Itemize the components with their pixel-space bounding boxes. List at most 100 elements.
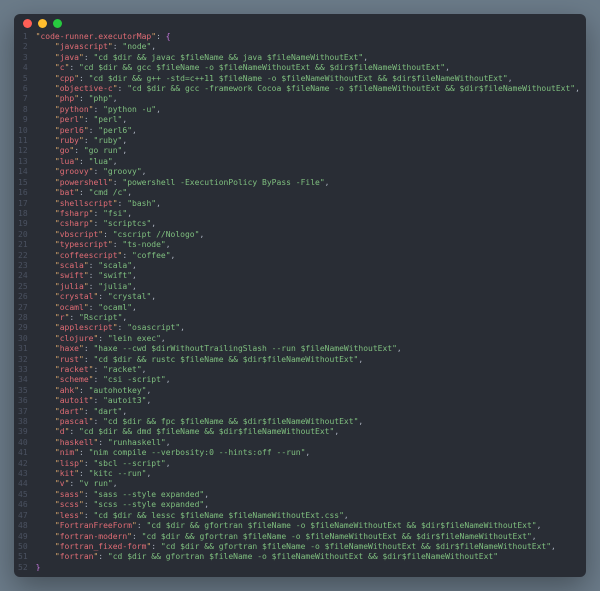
close-icon[interactable] <box>23 19 32 28</box>
line-number: 29 <box>18 323 28 333</box>
line-number: 41 <box>18 448 28 458</box>
line-number: 28 <box>18 313 28 323</box>
code-line: "sass": "sass --style expanded", <box>36 490 586 500</box>
line-number: 22 <box>18 251 28 261</box>
line-number: 33 <box>18 365 28 375</box>
line-number: 9 <box>18 115 28 125</box>
code-line: "c": "cd $dir && gcc $fileName -o $fileN… <box>36 63 586 73</box>
code-line: "perl6": "perl6", <box>36 126 586 136</box>
line-number: 1 <box>18 32 28 42</box>
code-line: "scheme": "csi -script", <box>36 375 586 385</box>
line-number: 26 <box>18 292 28 302</box>
code-line: "go": "go run", <box>36 146 586 156</box>
code-line: "cpp": "cd $dir && g++ -std=c++11 $fileN… <box>36 74 586 84</box>
code-line: "powershell": "powershell -ExecutionPoli… <box>36 178 586 188</box>
code-line: "objective-c": "cd $dir && gcc -framewor… <box>36 84 586 94</box>
code-line: "fortran_fixed-form": "cd $dir && gfortr… <box>36 542 586 552</box>
line-number: 51 <box>18 552 28 562</box>
code-line: "lua": "lua", <box>36 157 586 167</box>
code-line: "python": "python -u", <box>36 105 586 115</box>
line-number: 35 <box>18 386 28 396</box>
line-number: 40 <box>18 438 28 448</box>
line-number: 48 <box>18 521 28 531</box>
line-number: 52 <box>18 563 28 573</box>
line-number: 27 <box>18 303 28 313</box>
line-number: 39 <box>18 427 28 437</box>
line-number: 34 <box>18 375 28 385</box>
code-line: "java": "cd $dir && javac $fileName && j… <box>36 53 586 63</box>
line-number: 17 <box>18 199 28 209</box>
line-number: 7 <box>18 94 28 104</box>
code-line: "shellscript": "bash", <box>36 199 586 209</box>
code-line: "ruby": "ruby", <box>36 136 586 146</box>
line-number: 32 <box>18 355 28 365</box>
line-number: 47 <box>18 511 28 521</box>
line-number: 43 <box>18 469 28 479</box>
line-number: 21 <box>18 240 28 250</box>
editor-window: 1234567891011121314151617181920212223242… <box>14 14 586 577</box>
line-number: 4 <box>18 63 28 73</box>
line-number: 18 <box>18 209 28 219</box>
zoom-icon[interactable] <box>53 19 62 28</box>
code-line: "autoit": "autoit3", <box>36 396 586 406</box>
code-line: "fsharp": "fsi", <box>36 209 586 219</box>
line-number: 6 <box>18 84 28 94</box>
code-line: "racket": "racket", <box>36 365 586 375</box>
code-line: "pascal": "cd $dir && fpc $fileName && $… <box>36 417 586 427</box>
line-number: 3 <box>18 53 28 63</box>
code-line: "fortran-modern": "cd $dir && gfortran $… <box>36 532 586 542</box>
code-line: "haxe": "haxe --cwd $dirWithoutTrailingS… <box>36 344 586 354</box>
code-line: "applescript": "osascript", <box>36 323 586 333</box>
line-number: 45 <box>18 490 28 500</box>
line-number: 13 <box>18 157 28 167</box>
line-number: 31 <box>18 344 28 354</box>
code-line: "less": "cd $dir && lessc $fileName $fil… <box>36 511 586 521</box>
line-number: 19 <box>18 219 28 229</box>
line-number: 23 <box>18 261 28 271</box>
code-line: } <box>36 563 586 571</box>
code-line: "scala": "scala", <box>36 261 586 271</box>
minimize-icon[interactable] <box>38 19 47 28</box>
code-line: "scss": "scss --style expanded", <box>36 500 586 510</box>
line-number: 36 <box>18 396 28 406</box>
code-line: "fortran": "cd $dir && gfortran $fileNam… <box>36 552 586 562</box>
code-content[interactable]: "code-runner.executorMap": { "javascript… <box>36 32 586 571</box>
line-number: 37 <box>18 407 28 417</box>
code-line: "code-runner.executorMap": { <box>36 32 586 42</box>
line-number-gutter: 1234567891011121314151617181920212223242… <box>14 32 36 571</box>
code-line: "php": "php", <box>36 94 586 104</box>
code-line: "bat": "cmd /c", <box>36 188 586 198</box>
line-number: 12 <box>18 146 28 156</box>
code-line: "FortranFreeForm": "cd $dir && gfortran … <box>36 521 586 531</box>
line-number: 42 <box>18 459 28 469</box>
line-number: 44 <box>18 479 28 489</box>
code-line: "d": "cd $dir && dmd $fileName && $dir$f… <box>36 427 586 437</box>
code-line: "crystal": "crystal", <box>36 292 586 302</box>
line-number: 38 <box>18 417 28 427</box>
code-line: "typescript": "ts-node", <box>36 240 586 250</box>
code-line: "nim": "nim compile --verbosity:0 --hint… <box>36 448 586 458</box>
code-line: "lisp": "sbcl --script", <box>36 459 586 469</box>
code-line: "dart": "dart", <box>36 407 586 417</box>
line-number: 14 <box>18 167 28 177</box>
line-number: 15 <box>18 178 28 188</box>
line-number: 20 <box>18 230 28 240</box>
line-number: 8 <box>18 105 28 115</box>
code-line: "v": "v run", <box>36 479 586 489</box>
line-number: 30 <box>18 334 28 344</box>
code-line: "perl": "perl", <box>36 115 586 125</box>
line-number: 2 <box>18 42 28 52</box>
titlebar <box>14 14 586 32</box>
code-line: "swift": "swift", <box>36 271 586 281</box>
code-line: "haskell": "runhaskell", <box>36 438 586 448</box>
code-line: "coffeescript": "coffee", <box>36 251 586 261</box>
line-number: 50 <box>18 542 28 552</box>
code-line: "javascript": "node", <box>36 42 586 52</box>
line-number: 49 <box>18 532 28 542</box>
code-line: "clojure": "lein exec", <box>36 334 586 344</box>
line-number: 5 <box>18 74 28 84</box>
code-editor[interactable]: 1234567891011121314151617181920212223242… <box>14 32 586 577</box>
code-line: "julia": "julia", <box>36 282 586 292</box>
line-number: 25 <box>18 282 28 292</box>
line-number: 11 <box>18 136 28 146</box>
